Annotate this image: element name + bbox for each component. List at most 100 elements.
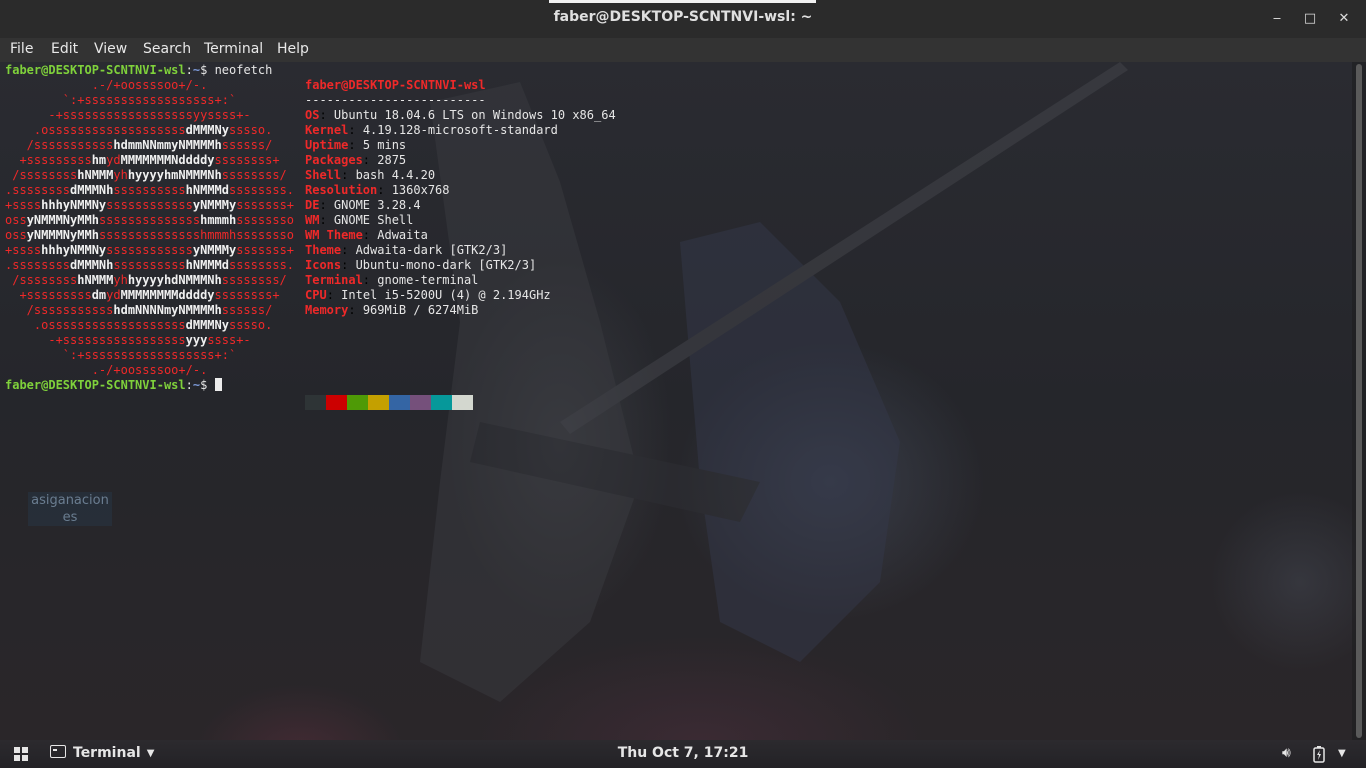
info-key: Shell	[305, 168, 342, 182]
ascii-segment: +sssssssss	[5, 288, 92, 302]
ascii-segment: ssssssss+	[214, 153, 316, 167]
prompt-line-current[interactable]: faber@DESKTOP-SCNTNVI-wsl:~$	[5, 378, 222, 393]
ascii-segment: .osssssssssssssssssss	[5, 318, 186, 332]
ascii-segment: +sssssssss	[5, 153, 92, 167]
info-value: GNOME 3.28.4	[333, 198, 421, 212]
scrollbar-thumb[interactable]	[1356, 64, 1362, 738]
close-button[interactable]: ✕	[1333, 8, 1355, 30]
info-value: 969MiB / 6274MiB	[362, 303, 479, 317]
palette-swatch	[389, 395, 410, 410]
prompt-user: faber@DESKTOP-SCNTNVI-wsl	[5, 378, 186, 392]
menu-bar: File Edit View Search Terminal Help	[0, 38, 1366, 62]
ascii-segment: ssssssss/	[221, 273, 316, 287]
ascii-segment: `:+ssssssssssssssssss+:`	[5, 348, 316, 362]
ascii-segment: hNMMMd	[185, 258, 229, 272]
text-cursor	[214, 378, 222, 391]
palette-swatch	[305, 395, 326, 410]
info-key: DE	[305, 198, 320, 212]
ascii-segment: -+sssssssssssssssss	[5, 333, 186, 347]
info-key: WM Theme	[305, 228, 363, 242]
ascii-segment: .osssssssssssssssssss	[5, 123, 186, 137]
info-separator: -------------------------	[305, 93, 486, 107]
ascii-segment: ssssssss+	[214, 288, 316, 302]
ascii-segment: /sssssssssss	[5, 303, 114, 317]
ascii-segment: yd	[106, 153, 121, 167]
palette-swatch	[347, 395, 368, 410]
ascii-segment: hNMMM	[77, 273, 114, 287]
ascii-segment: dm	[91, 288, 107, 302]
command-text: neofetch	[214, 63, 273, 77]
battery-icon[interactable]	[1312, 745, 1326, 767]
info-value: Adwaita	[377, 228, 428, 242]
info-key: Packages	[305, 153, 363, 167]
prompt-user: faber@DESKTOP-SCNTNVI-wsl	[5, 63, 186, 77]
ascii-segment: -+ssssssssssssssssssyyssss+-	[5, 108, 316, 122]
menu-search[interactable]: Search	[143, 41, 191, 57]
ascii-segment: hhhyNMMNy	[41, 243, 107, 257]
ascii-segment: MMMMMMMNddddy	[120, 153, 215, 167]
info-value: GNOME Shell	[333, 213, 414, 227]
ascii-segment: .-/+oossssoo+/-.	[5, 78, 316, 92]
ascii-segment: ssssss/	[221, 138, 316, 152]
info-key: Kernel	[305, 123, 349, 137]
system-info: faber@DESKTOP-SCNTNVI-wsl --------------…	[305, 78, 616, 317]
prompt-path: ~	[192, 63, 201, 77]
palette-swatch	[368, 395, 389, 410]
info-value: 2875	[377, 153, 407, 167]
ascii-segment: /sssssssssss	[5, 138, 114, 152]
info-value: Adwaita-dark [GTK2/3]	[355, 243, 508, 257]
ascii-segment: .ssssssss	[5, 258, 71, 272]
info-value: gnome-terminal	[377, 273, 479, 287]
info-key: Resolution	[305, 183, 378, 197]
info-key: Memory	[305, 303, 349, 317]
info-key: Terminal	[305, 273, 363, 287]
ascii-segment: oss	[5, 228, 27, 242]
maximize-button[interactable]: □	[1299, 8, 1321, 30]
system-menu-chevron-icon[interactable]: ▼	[1338, 748, 1346, 759]
ascii-segment: ssssssssssss	[106, 243, 193, 257]
prompt-symbol: $	[200, 63, 208, 77]
info-key: CPU	[305, 288, 327, 302]
ascii-segment: .-/+oossssoo+/-.	[5, 363, 316, 377]
terminal-view[interactable]: asiganacion es faber@DESKTOP-SCNTNVI-wsl…	[0, 62, 1366, 740]
palette-swatch	[431, 395, 452, 410]
ascii-segment: dMMMNh	[70, 183, 114, 197]
prompt-symbol: $	[200, 378, 208, 392]
palette-swatch	[410, 395, 431, 410]
info-value: Ubuntu 18.04.6 LTS on Windows 10 x86_64	[333, 108, 616, 122]
info-header: faber@DESKTOP-SCNTNVI-wsl	[305, 78, 486, 92]
menu-terminal[interactable]: Terminal	[204, 41, 263, 57]
ascii-segment: MMMMMMMMddddy	[120, 288, 215, 302]
menu-edit[interactable]: Edit	[51, 41, 78, 57]
minimize-button[interactable]: ‒	[1266, 8, 1288, 30]
prompt-line: faber@DESKTOP-SCNTNVI-wsl:~$ neofetch	[5, 63, 273, 77]
ascii-segment: hm	[91, 153, 107, 167]
ascii-segment: yNMMMy	[192, 243, 237, 257]
info-key: Icons	[305, 258, 342, 272]
ascii-segment: +ssss	[5, 198, 42, 212]
info-value: 4.19.128-microsoft-standard	[362, 123, 558, 137]
desktop-icon-label[interactable]: asiganacion es	[28, 492, 112, 526]
menu-file[interactable]: File	[10, 41, 33, 57]
ascii-segment: .ssssssss	[5, 183, 71, 197]
menu-view[interactable]: View	[94, 41, 127, 57]
ubuntu-ascii-logo: .-/+oossssoo+/-. `:+ssssssssssssssssss+:…	[5, 78, 323, 378]
ascii-segment: yyy	[185, 333, 208, 347]
ascii-segment: ssssssssssss	[106, 198, 193, 212]
info-value: 5 mins	[362, 138, 407, 152]
ascii-segment: dMMMNy	[185, 318, 229, 332]
volume-icon[interactable]: 🔊︎	[1282, 745, 1291, 761]
menu-help[interactable]: Help	[277, 41, 309, 57]
ascii-segment: ssssssssssssss	[98, 213, 201, 227]
info-value: Intel i5-5200U (4) @ 2.194GHz	[341, 288, 551, 302]
ascii-segment: yh	[113, 273, 128, 287]
clock[interactable]: Thu Oct 7, 17:21	[0, 745, 1366, 761]
ascii-segment: /ssssssss	[5, 273, 78, 287]
ascii-segment: dMMMNh	[70, 258, 114, 272]
window-titlebar[interactable]: faber@DESKTOP-SCNTNVI-wsl: ~ ‒ □ ✕	[0, 0, 1366, 39]
info-key: OS	[305, 108, 320, 122]
color-palette	[305, 395, 473, 410]
ascii-segment: sssssssssssssshmmmhssssssso	[98, 228, 323, 242]
ascii-segment: hdmNNNNmyNMMMMh	[113, 303, 222, 317]
info-key: Uptime	[305, 138, 349, 152]
